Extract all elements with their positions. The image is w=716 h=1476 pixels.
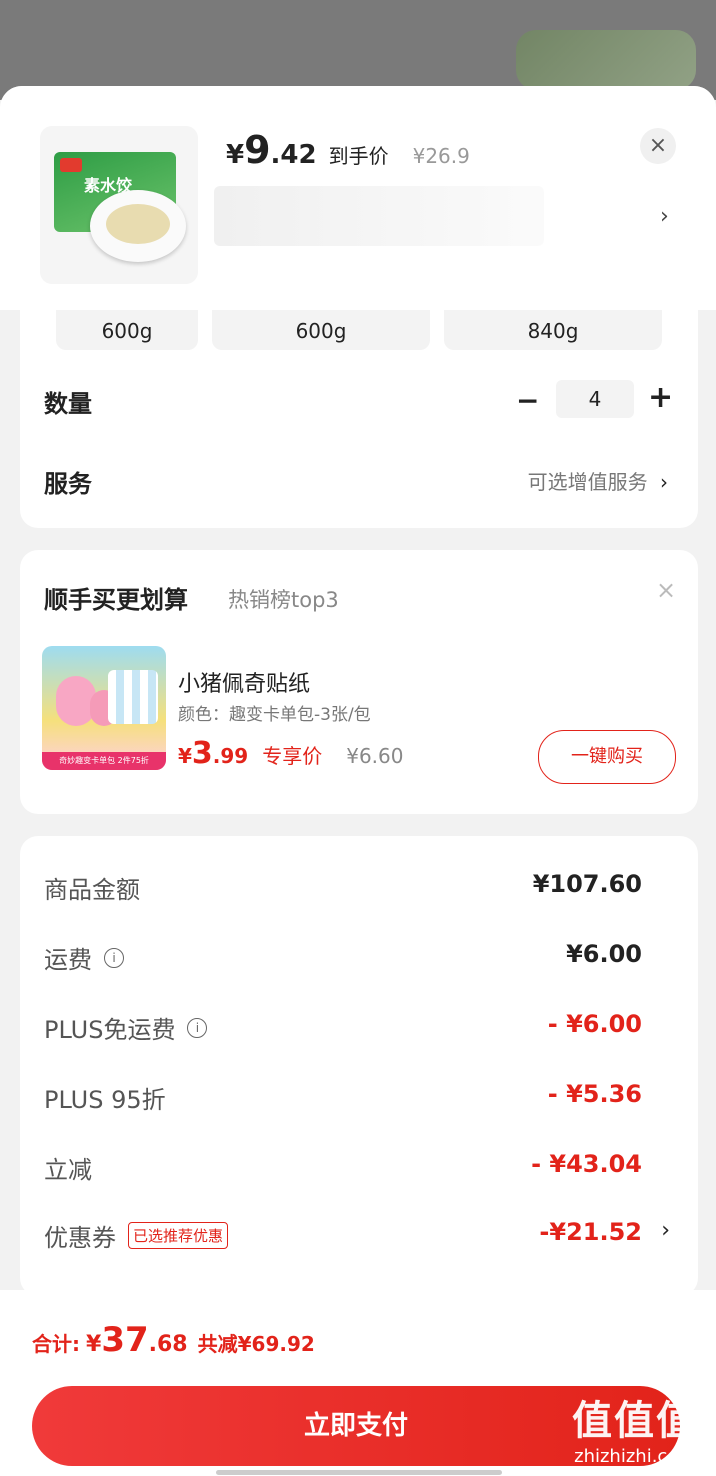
info-icon[interactable]: i bbox=[104, 947, 124, 968]
fee-row-goods: 商品金额 ¥107.60 bbox=[20, 870, 698, 910]
total-label: 合计: bbox=[32, 1332, 80, 1356]
spec-option-3[interactable]: 840g bbox=[444, 310, 662, 350]
total-symbol: ¥ bbox=[86, 1332, 102, 1357]
chevron-right-icon: › bbox=[661, 1218, 670, 1243]
info-icon[interactable]: i bbox=[187, 1017, 208, 1038]
checkout-sheet: 素水饺 ¥ 9 .42 到手价 ¥26.9 × › 600g 600g 840g… bbox=[0, 86, 716, 1476]
sticker-product-image[interactable]: 奇妙趣变卡单包 2件75折 bbox=[42, 646, 166, 770]
blurred-title-placeholder bbox=[214, 186, 544, 246]
fee-label-text: 优惠券 bbox=[44, 1224, 116, 1252]
addon-title: 顺手买更划算 bbox=[44, 586, 188, 614]
brand-logo-icon bbox=[60, 158, 82, 172]
price-label: 到手价 bbox=[328, 144, 389, 168]
fee-row-shipping: 运费 i ¥6.00 bbox=[20, 940, 698, 980]
fee-label: 运费 i bbox=[44, 940, 124, 975]
addon-price-dec: .99 bbox=[212, 744, 249, 768]
fee-row-instant-reduction: 立减 - ¥43.04 bbox=[20, 1150, 698, 1190]
fee-label-text: 运费 bbox=[44, 946, 92, 974]
addon-subtitle: 热销榜top3 bbox=[228, 588, 339, 612]
one-click-buy-button[interactable]: 一键购买 bbox=[538, 730, 676, 784]
dumpling-plate-image bbox=[90, 190, 186, 262]
quantity-minus-button[interactable]: − bbox=[516, 384, 539, 417]
total-reduced: 共减¥69.92 bbox=[197, 1332, 315, 1356]
fee-label: 立减 bbox=[44, 1150, 92, 1185]
total-int: 37 bbox=[101, 1320, 149, 1360]
sticker-band-text: 奇妙趣变卡单包 2件75折 bbox=[42, 752, 166, 770]
product-thumbnail[interactable]: 素水饺 bbox=[40, 126, 198, 284]
price-dec: .42 bbox=[270, 140, 317, 170]
fee-row-coupon[interactable]: 优惠券 已选推荐优惠 -¥21.52 › bbox=[20, 1218, 698, 1258]
price-symbol: ¥ bbox=[226, 140, 245, 170]
addon-price-int: 3 bbox=[191, 736, 213, 771]
watermark-logo: 值值值 bbox=[572, 1398, 698, 1444]
fee-label: PLUS 95折 bbox=[44, 1080, 166, 1115]
close-icon[interactable]: × bbox=[640, 128, 676, 164]
addon-name[interactable]: 小猪佩奇贴纸 bbox=[178, 666, 310, 698]
fee-value: ¥6.00 bbox=[566, 940, 642, 968]
fee-value: - ¥43.04 bbox=[531, 1150, 642, 1178]
home-indicator[interactable] bbox=[216, 1470, 502, 1475]
price-int: 9 bbox=[244, 128, 271, 172]
fee-label-text: 商品金额 bbox=[44, 876, 140, 904]
chevron-right-icon[interactable]: › bbox=[660, 204, 669, 229]
original-price: ¥26.9 bbox=[412, 144, 470, 168]
service-label: 服务 bbox=[44, 470, 92, 498]
total-dec: .68 bbox=[148, 1332, 188, 1357]
background-product-image bbox=[0, 0, 716, 100]
product-header: 素水饺 ¥ 9 .42 到手价 ¥26.9 × › bbox=[0, 86, 716, 310]
addon-price: ¥ 3 .99 专享价 ¥6.60 bbox=[178, 736, 404, 771]
watermark-url: zhizhizhi.com bbox=[574, 1446, 696, 1467]
quantity-label: 数量 bbox=[44, 390, 92, 418]
fee-row-plus-shipping: PLUS免运费 i - ¥6.00 bbox=[20, 1010, 698, 1050]
addon-original-price: ¥6.60 bbox=[346, 744, 404, 768]
addon-price-symbol: ¥ bbox=[178, 744, 192, 768]
fee-value: ¥107.60 bbox=[532, 870, 642, 898]
product-price: ¥ 9 .42 到手价 ¥26.9 bbox=[226, 128, 470, 172]
fee-label: 优惠券 已选推荐优惠 bbox=[44, 1218, 229, 1253]
quantity-input[interactable]: 4 bbox=[556, 380, 634, 418]
sticker-sheets bbox=[108, 670, 158, 724]
fee-row-plus-discount: PLUS 95折 - ¥5.36 bbox=[20, 1080, 698, 1120]
addon-card: 顺手买更划算 热销榜top3 × 奇妙趣变卡单包 2件75折 小猪佩奇贴纸 颜色… bbox=[20, 550, 698, 814]
quantity-plus-button[interactable]: + bbox=[648, 380, 673, 415]
fee-label-text: PLUS免运费 bbox=[44, 1016, 176, 1044]
fee-label-text: 立减 bbox=[44, 1156, 92, 1184]
service-value: 可选增值服务 bbox=[527, 470, 648, 494]
options-card: 600g 600g 840g 数量 − 4 + 服务 可选增值服务 › bbox=[20, 310, 698, 528]
addon-color: 颜色：趣变卡单包-3张/包 bbox=[178, 705, 371, 725]
checkout-footer: 合计: ¥ 37 .68 共减¥69.92 立即支付 值值值 zhizhizhi… bbox=[0, 1290, 716, 1476]
close-icon[interactable]: × bbox=[656, 576, 676, 604]
watermark: 值值值 zhizhizhi.com bbox=[572, 1388, 698, 1467]
coupon-tag: 已选推荐优惠 bbox=[128, 1222, 229, 1249]
fee-label: PLUS免运费 i bbox=[44, 1010, 208, 1045]
fee-value: -¥21.52 bbox=[539, 1218, 642, 1246]
service-selector[interactable]: 可选增值服务 › bbox=[528, 466, 668, 495]
spec-option-2[interactable]: 600g bbox=[212, 310, 430, 350]
price-breakdown-card: 商品金额 ¥107.60 运费 i ¥6.00 PLUS免运费 i - ¥6.00 … bbox=[20, 836, 698, 1296]
background-leaf-decoration bbox=[516, 30, 696, 90]
chevron-right-icon: › bbox=[660, 470, 668, 494]
fee-value: - ¥6.00 bbox=[547, 1010, 642, 1038]
fee-label: 商品金额 bbox=[44, 870, 140, 905]
spec-option-1[interactable]: 600g bbox=[56, 310, 198, 350]
addon-price-tag: 专享价 bbox=[262, 744, 323, 768]
fee-label-text: PLUS 95折 bbox=[44, 1086, 166, 1114]
fee-value: - ¥5.36 bbox=[547, 1080, 642, 1108]
total-amount: 合计: ¥ 37 .68 共减¥69.92 bbox=[32, 1320, 315, 1360]
